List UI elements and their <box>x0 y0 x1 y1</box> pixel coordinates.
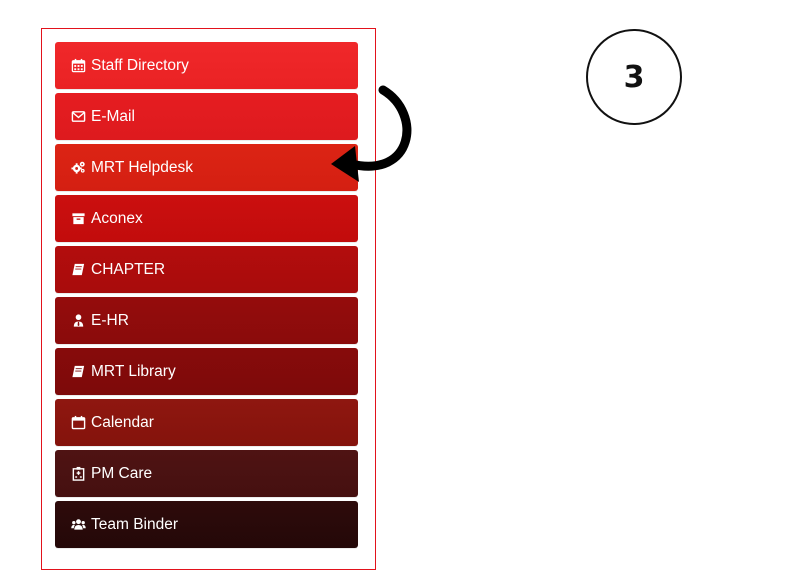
team-binder-button[interactable]: Team Binder <box>55 501 358 548</box>
calendar-button[interactable]: Calendar <box>55 399 358 446</box>
user-tie-icon <box>70 312 87 329</box>
calendar-grid-icon <box>70 57 87 74</box>
pm-care-button[interactable]: PM Care <box>55 450 358 497</box>
gears-icon <box>70 159 87 176</box>
book-icon <box>70 363 87 380</box>
mrt-helpdesk-label: MRT Helpdesk <box>91 158 193 176</box>
mrt-library-label: MRT Library <box>91 362 176 380</box>
e-hr-label: E-HR <box>91 311 129 329</box>
step-number: 3 <box>623 59 645 95</box>
envelope-icon <box>70 108 87 125</box>
mrt-library-button[interactable]: MRT Library <box>55 348 358 395</box>
users-icon <box>70 516 87 533</box>
hospital-icon <box>70 465 87 482</box>
e-hr-button[interactable]: E-HR <box>55 297 358 344</box>
aconex-label: Aconex <box>91 209 143 227</box>
chapter-label: CHAPTER <box>91 260 166 278</box>
aconex-button[interactable]: Aconex <box>55 195 358 242</box>
e-mail-button[interactable]: E-Mail <box>55 93 358 140</box>
pm-care-label: PM Care <box>91 464 153 482</box>
step-number-badge: 3 <box>586 29 682 125</box>
chapter-button[interactable]: CHAPTER <box>55 246 358 293</box>
curved-arrow-icon <box>331 85 412 182</box>
book-icon <box>70 261 87 278</box>
calendar-label: Calendar <box>91 413 154 431</box>
archive-icon <box>70 210 87 227</box>
staff-directory-button[interactable]: Staff Directory <box>55 42 358 89</box>
mrt-helpdesk-button[interactable]: MRT Helpdesk <box>55 144 358 191</box>
team-binder-label: Team Binder <box>91 515 179 533</box>
staff-directory-label: Staff Directory <box>91 56 189 74</box>
calendar-icon <box>70 414 87 431</box>
e-mail-label: E-Mail <box>91 107 135 125</box>
